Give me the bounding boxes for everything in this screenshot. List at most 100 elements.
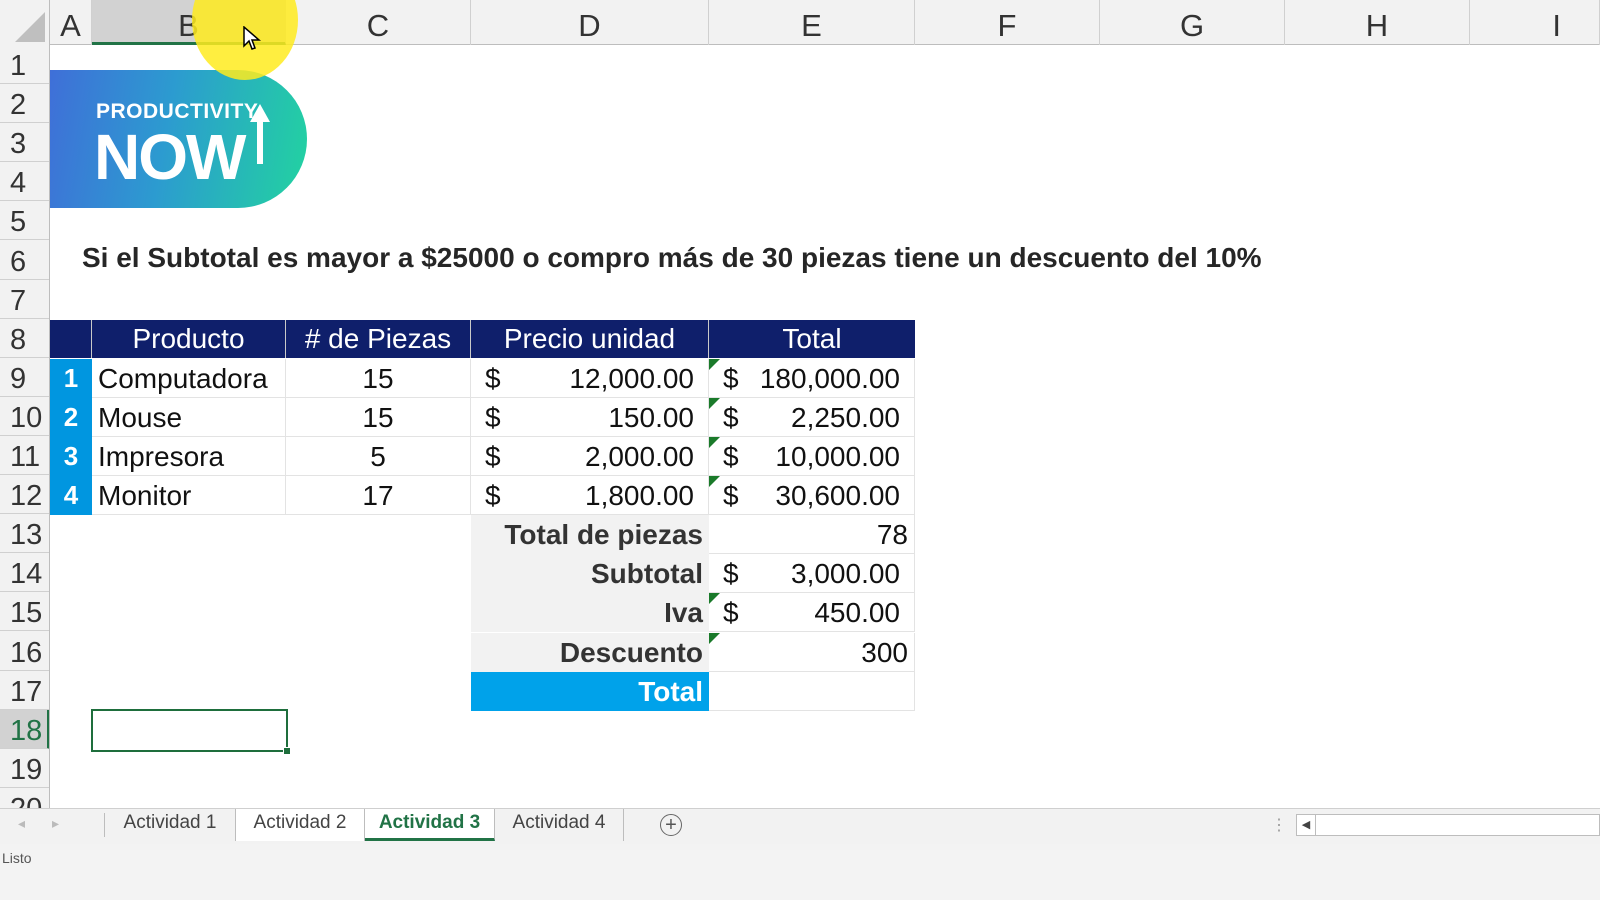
sheet-tab-actividad-1[interactable]: Actividad 1 xyxy=(105,809,236,841)
row-header-8[interactable]: 8 xyxy=(0,319,49,358)
cell-piezas[interactable]: 15 xyxy=(286,398,471,437)
currency-symbol: $ xyxy=(723,363,739,394)
row-header-1[interactable]: 1 xyxy=(0,45,49,84)
column-header-e[interactable]: E xyxy=(709,0,915,45)
cell-producto[interactable]: Monitor xyxy=(92,476,286,515)
subtotal-label[interactable]: Subtotal xyxy=(471,554,709,593)
cell-precio[interactable]: $ 12,000.00 xyxy=(471,359,709,398)
cell-total[interactable]: $ 10,000.00 xyxy=(709,437,915,476)
column-header-f[interactable]: F xyxy=(915,0,1100,45)
currency-symbol: $ xyxy=(485,402,501,433)
column-header-g[interactable]: G xyxy=(1100,0,1285,45)
cell-producto[interactable]: Mouse xyxy=(92,398,286,437)
formula-warning-icon xyxy=(709,476,720,487)
row-header-6[interactable]: 6 xyxy=(0,241,49,280)
add-sheet-icon[interactable]: + xyxy=(660,814,682,836)
scroll-tabs-right-icon[interactable]: ▸ xyxy=(52,815,59,832)
table-header-precio[interactable]: Precio unidad xyxy=(471,320,709,358)
currency-symbol: $ xyxy=(723,480,739,511)
row-index-badge[interactable]: 4 xyxy=(50,476,92,515)
row-header-7[interactable]: 7 xyxy=(0,280,49,319)
iva-value: 450.00 xyxy=(814,597,900,628)
column-header-h[interactable]: H xyxy=(1285,0,1470,45)
iva-cell[interactable]: $ 450.00 xyxy=(709,593,915,632)
currency-symbol: $ xyxy=(723,597,739,628)
select-all-triangle-icon xyxy=(15,12,45,42)
sheet-tab-actividad-2[interactable]: Actividad 2 xyxy=(236,809,365,841)
row-index-badge[interactable]: 1 xyxy=(50,359,92,398)
formula-warning-icon xyxy=(709,398,720,409)
row-header-11[interactable]: 11 xyxy=(0,436,49,475)
cell-producto[interactable]: Impresora xyxy=(92,437,286,476)
total-label[interactable]: Total xyxy=(471,672,709,711)
row-header-17[interactable]: 17 xyxy=(0,671,49,710)
cell-precio[interactable]: $ 1,800.00 xyxy=(471,476,709,515)
scroll-left-arrow-icon[interactable]: ◀ xyxy=(1297,815,1316,835)
cell-piezas[interactable]: 15 xyxy=(286,359,471,398)
logo-line2: NOW xyxy=(94,121,246,193)
sheet-tab-actividad-4[interactable]: Actividad 4 xyxy=(495,809,624,841)
tabs-splitter-handle[interactable]: ⋮ xyxy=(1271,815,1287,835)
row-header-13[interactable]: 13 xyxy=(0,514,49,553)
cell-total[interactable]: $ 30,600.00 xyxy=(709,476,915,515)
subtotal-cell[interactable]: $ 3,000.00 xyxy=(709,554,915,593)
row-header-4[interactable]: 4 xyxy=(0,162,49,201)
logo-arrow-stem xyxy=(257,120,263,164)
currency-symbol: $ xyxy=(723,402,739,433)
row-header-10[interactable]: 10 xyxy=(0,397,49,436)
cell-total[interactable]: $ 2,250.00 xyxy=(709,398,915,437)
column-header-c[interactable]: C xyxy=(286,0,471,45)
table-header-total[interactable]: Total xyxy=(709,320,915,358)
row-header-12[interactable]: 12 xyxy=(0,475,49,514)
total-value: 2,250.00 xyxy=(791,402,900,433)
total-value: 10,000.00 xyxy=(775,441,900,472)
cell-piezas[interactable]: 5 xyxy=(286,437,471,476)
iva-label[interactable]: Iva xyxy=(471,593,709,632)
descuento-label[interactable]: Descuento xyxy=(471,633,709,672)
column-header-d[interactable]: D xyxy=(471,0,709,45)
discount-rule-note[interactable]: Si el Subtotal es mayor a $25000 o compr… xyxy=(82,242,1262,274)
precio-value: 2,000.00 xyxy=(585,441,694,472)
row-index-badge[interactable]: 2 xyxy=(50,398,92,437)
row-header-2[interactable]: 2 xyxy=(0,84,49,123)
column-header-i[interactable]: I xyxy=(1470,0,1600,45)
select-all-corner[interactable] xyxy=(0,0,50,45)
row-header-14[interactable]: 14 xyxy=(0,553,49,592)
scroll-tabs-left-icon[interactable]: ◂ xyxy=(18,815,25,832)
status-bar: Listo xyxy=(0,844,1600,900)
table-header-piezas[interactable]: # de Piezas xyxy=(286,320,471,358)
cell-piezas[interactable]: 17 xyxy=(286,476,471,515)
table-header-producto[interactable]: Producto xyxy=(92,320,286,358)
row-index-badge[interactable]: 3 xyxy=(50,437,92,476)
sheet-tab-actividad-3[interactable]: Actividad 3 xyxy=(365,809,495,841)
cell-precio[interactable]: $ 2,000.00 xyxy=(471,437,709,476)
total-value-cell[interactable] xyxy=(709,672,915,711)
row-header-18[interactable]: 18 xyxy=(0,710,49,749)
formula-warning-icon xyxy=(709,633,720,644)
precio-value: 150.00 xyxy=(608,402,694,433)
descuento-cell[interactable]: 300 xyxy=(709,633,915,672)
row-header-16[interactable]: 16 xyxy=(0,632,49,671)
total-piezas-label[interactable]: Total de piezas xyxy=(471,515,709,554)
column-header-a[interactable]: A xyxy=(50,0,92,45)
table-header-index[interactable] xyxy=(50,320,92,358)
cell-total[interactable]: $ 180,000.00 xyxy=(709,359,915,398)
fill-handle[interactable] xyxy=(283,747,291,755)
row-header-15[interactable]: 15 xyxy=(0,592,49,631)
cell-precio[interactable]: $ 150.00 xyxy=(471,398,709,437)
currency-symbol: $ xyxy=(485,441,501,472)
total-piezas-value[interactable]: 78 xyxy=(709,515,915,554)
row-header-9[interactable]: 9 xyxy=(0,358,49,397)
precio-value: 12,000.00 xyxy=(569,363,694,394)
active-cell-b18[interactable] xyxy=(91,709,291,755)
row-header-5[interactable]: 5 xyxy=(0,201,49,240)
row-header-3[interactable]: 3 xyxy=(0,123,49,162)
currency-symbol: $ xyxy=(485,363,501,394)
row-header-bar: 1 2 3 4 5 6 7 8 9 10 11 12 13 14 15 16 1… xyxy=(0,45,50,815)
row-header-19[interactable]: 19 xyxy=(0,749,49,788)
total-value: 180,000.00 xyxy=(759,363,900,394)
cell-producto[interactable]: Computadora xyxy=(92,359,286,398)
currency-symbol: $ xyxy=(723,441,739,472)
horizontal-scrollbar[interactable]: ◀ xyxy=(1296,814,1600,836)
sheet-tabs-bar: ◂ ▸ Actividad 1 Actividad 2 Actividad 3 … xyxy=(0,808,1600,844)
